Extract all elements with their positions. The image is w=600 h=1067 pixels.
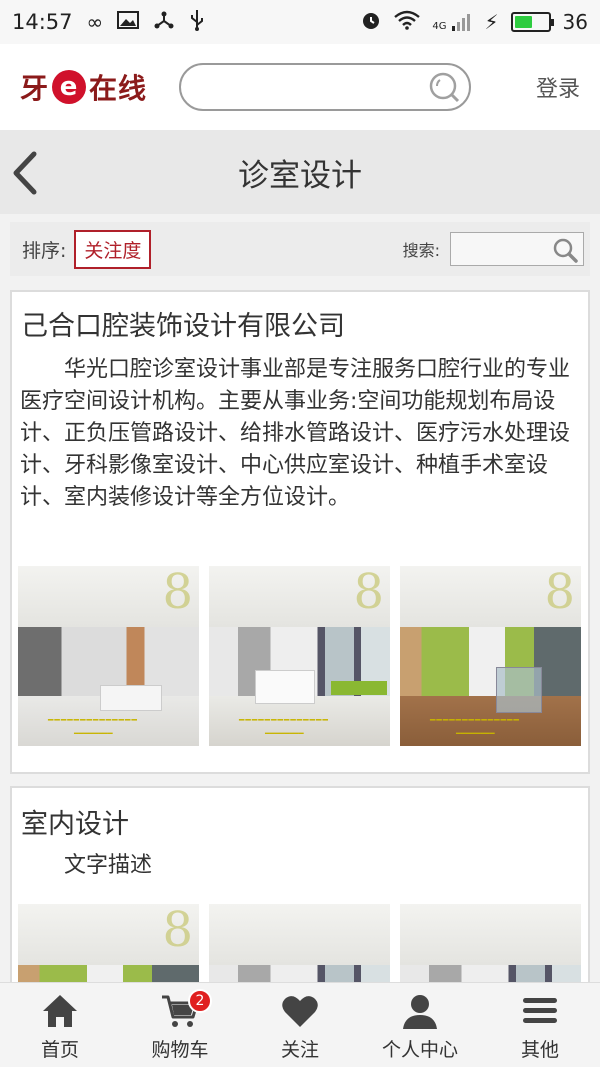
logo-e-mark: e [52, 70, 87, 104]
clinic-photo[interactable]: 8 ━━━━━━━━━━━━━━ ━━━━━━━━ [18, 566, 199, 746]
nav-label-cart: 购物车 [151, 1039, 209, 1061]
card-image-row: 8 ━━━━━━━━━━━━━━ ━━━━━━━━ 8 ━━━━━━━━━━━━… [18, 566, 581, 746]
infinity-icon: ∞ [86, 10, 104, 34]
nav-item-cart[interactable]: 2 购物车 [120, 983, 240, 1067]
battery-icon [510, 12, 554, 32]
login-button[interactable]: 登录 [536, 71, 580, 103]
card-title[interactable]: 室内设计 [21, 802, 129, 841]
watermark-logo-icon: 8 [162, 566, 193, 620]
back-arrow-icon[interactable] [10, 148, 40, 198]
share-icon [153, 9, 175, 36]
watermark-logo-icon: 8 [353, 566, 384, 620]
search-icon[interactable] [427, 70, 461, 104]
header-search-box [179, 63, 472, 111]
nav-item-follow[interactable]: 关注 [240, 983, 360, 1067]
filter-bar: 排序: 关注度 搜索: [10, 222, 590, 276]
signal-icon: 4G [432, 12, 472, 32]
nav-label-other: 其他 [520, 1039, 559, 1061]
watermark-logo-icon: 8 [544, 566, 575, 620]
filter-search-label: 搜索: [402, 241, 440, 260]
title-bar: 诊室设计 [0, 130, 600, 214]
nav-item-other[interactable]: 其他 [480, 983, 600, 1067]
header-search-input[interactable] [197, 65, 438, 109]
logo-text-left: 牙 [20, 72, 50, 105]
sort-by-attention-button[interactable]: 关注度 [74, 229, 152, 269]
card-title[interactable]: 己合口腔装饰设计有限公司 [21, 304, 345, 343]
filter-search-input[interactable] [451, 233, 551, 265]
heart-icon [282, 996, 318, 1027]
photo-caption-graphic: ━━━━━━━━━━━━━━ [239, 716, 329, 726]
sort-label: 排序: [22, 239, 67, 262]
user-icon [403, 995, 437, 1029]
network-label: 4G [432, 21, 447, 32]
photo-subcaption-graphic: ━━━━━━━━ [74, 729, 113, 738]
nav-label-follow: 关注 [280, 1039, 319, 1061]
wifi-icon [394, 10, 421, 35]
nav-item-home[interactable]: 首页 [0, 983, 120, 1067]
cart-badge: 2 [188, 989, 212, 1013]
menu-icon [523, 998, 557, 1023]
battery-level: 36 [562, 10, 588, 34]
photo-subcaption-graphic: ━━━━━━━━ [265, 729, 304, 738]
alarm-icon [360, 9, 382, 36]
filter-search-icon[interactable] [551, 236, 579, 264]
app-logo[interactable]: 牙 e 在线 [20, 67, 147, 107]
logo-text-right: 在线 [89, 72, 148, 105]
nav-label-home: 首页 [40, 1039, 79, 1061]
nav-item-profile[interactable]: 个人中心 [360, 983, 480, 1067]
design-card[interactable]: 己合口腔装饰设计有限公司 华光口腔诊室设计事业部是专注服务口腔行业的专业医疗空间… [10, 290, 590, 774]
photo-caption-graphic: ━━━━━━━━━━━━━━ [48, 716, 138, 726]
charging-icon: ⚡ [484, 10, 499, 34]
card-description: 华光口腔诊室设计事业部是专注服务口腔行业的专业医疗空间设计机构。主要从事业务:空… [20, 357, 571, 510]
photo-subcaption-graphic: ━━━━━━━━ [456, 729, 495, 738]
nav-label-profile: 个人中心 [381, 1039, 458, 1061]
page-title: 诊室设计 [238, 157, 362, 194]
usb-icon [189, 8, 205, 37]
clinic-photo[interactable]: 8 ━━━━━━━━━━━━━━ ━━━━━━━━ [400, 566, 581, 746]
image-icon [117, 10, 140, 35]
card-description: 文字描述 [64, 853, 153, 878]
watermark-logo-icon: 8 [162, 904, 193, 958]
status-time: 14:57 [12, 10, 73, 34]
app-header: 牙 e 在线 登录 [0, 44, 600, 130]
bottom-nav: 首页 2 购物车 关注 个人中心 其他 [0, 982, 600, 1067]
clinic-photo[interactable]: 8 ━━━━━━━━━━━━━━ ━━━━━━━━ [209, 566, 390, 746]
filter-search-box [450, 232, 584, 266]
photo-caption-graphic: ━━━━━━━━━━━━━━ [430, 716, 520, 726]
status-bar: 14:57 ∞ 4G ⚡ 36 [0, 0, 600, 44]
home-icon [43, 995, 77, 1027]
